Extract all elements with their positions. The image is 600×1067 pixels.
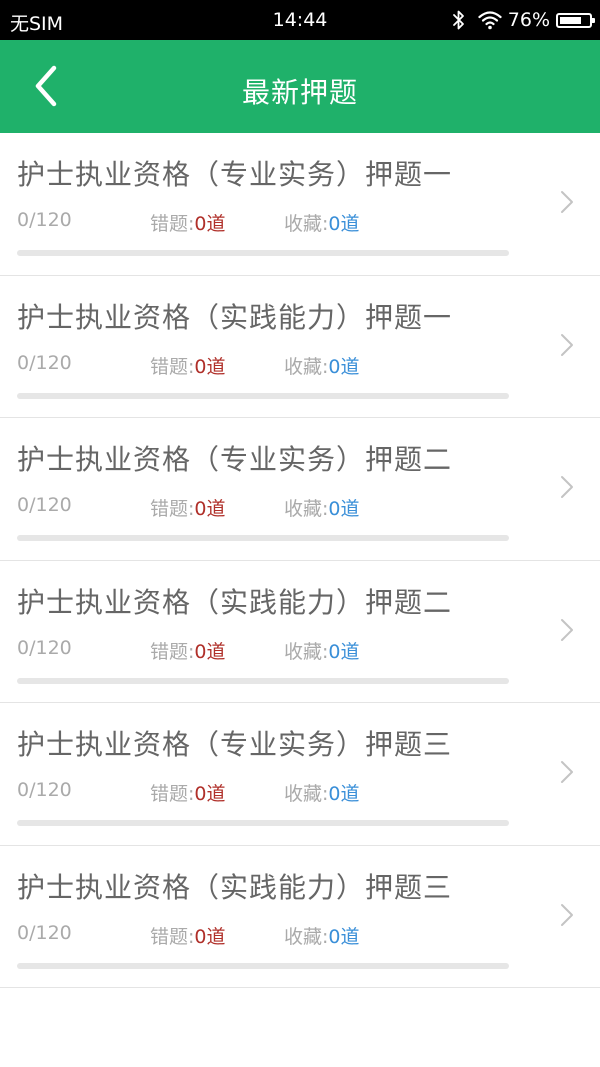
wrong-count: 错题:0道 — [150, 922, 226, 949]
chevron-right-icon — [561, 618, 573, 641]
wrong-label: 错题: — [150, 925, 195, 948]
item-title: 护士执业资格（实践能力）押题二 — [17, 585, 453, 619]
wrong-value: 0道 — [194, 498, 226, 520]
wrong-label: 错题: — [150, 213, 195, 235]
wrong-label: 错题: — [150, 498, 195, 520]
progress-bar — [17, 962, 509, 969]
exam-list: 护士执业资格（专业实务）押题一 0/120 错题:0道 收藏:0道 护士执业资格（实践能… — [0, 133, 600, 988]
battery-level-fill — [560, 16, 582, 24]
status-bar: 无SIM 14:44 76% — [0, 0, 600, 40]
wrong-value: 0道 — [194, 925, 226, 948]
wrong-value: 0道 — [194, 640, 226, 663]
wrong-value: 0道 — [194, 355, 226, 378]
list-item[interactable]: 护士执业资格（专业实务）押题一 0/120 错题:0道 收藏:0道 — [0, 133, 600, 276]
favorite-label: 收藏: — [284, 640, 329, 663]
progress-bar — [17, 820, 509, 826]
list-item[interactable]: 护士执业资格（实践能力）押题二 0/120 错题:0道 收藏:0道 — [0, 561, 600, 703]
item-title: 护士执业资格（专业实务）押题三 — [17, 728, 453, 761]
favorite-count: 收藏:0道 — [284, 779, 360, 806]
chevron-right-icon — [561, 191, 573, 213]
chevron-right-icon — [561, 761, 573, 783]
progress-count: 0/120 — [17, 351, 72, 374]
progress-count: 0/120 — [17, 636, 72, 659]
progress-count: 0/120 — [17, 779, 72, 801]
item-title: 护士执业资格（专业实务）押题一 — [17, 158, 453, 191]
list-item[interactable]: 护士执业资格（专业实务）押题二 0/120 错题:0道 收藏:0道 — [0, 418, 600, 561]
chevron-right-icon — [561, 476, 573, 498]
page-title: 最新押题 — [241, 76, 358, 109]
list-item[interactable]: 护士执业资格（专业实务）押题三 0/120 错题:0道 收藏:0道 — [0, 703, 600, 846]
wrong-label: 错题: — [150, 640, 195, 663]
battery-tip — [592, 17, 595, 23]
favorite-value: 0道 — [328, 213, 360, 235]
favorite-count: 收藏:0道 — [284, 922, 360, 949]
progress-bar — [17, 677, 509, 684]
wrong-label: 错题: — [150, 355, 195, 378]
chevron-right-icon — [561, 903, 573, 926]
wifi-icon — [478, 11, 502, 30]
favorite-value: 0道 — [328, 498, 360, 520]
favorite-label: 收藏: — [284, 213, 329, 235]
progress-count: 0/120 — [17, 921, 72, 944]
progress-bar — [17, 250, 509, 256]
wrong-value: 0道 — [194, 783, 226, 805]
wrong-value: 0道 — [194, 213, 226, 235]
favorite-label: 收藏: — [284, 355, 329, 378]
app-header: 最新押题 — [0, 40, 600, 133]
wrong-label: 错题: — [150, 783, 195, 805]
favorite-label: 收藏: — [284, 925, 329, 948]
favorite-count: 收藏:0道 — [284, 209, 360, 236]
wrong-count: 错题:0道 — [150, 779, 226, 806]
progress-bar — [17, 392, 509, 399]
progress-count: 0/120 — [17, 494, 72, 516]
battery-icon — [556, 12, 595, 28]
chevron-right-icon — [561, 333, 573, 356]
progress-count: 0/120 — [17, 209, 72, 231]
item-title: 护士执业资格（专业实务）押题二 — [17, 443, 453, 476]
bluetooth-icon — [452, 10, 464, 30]
favorite-value: 0道 — [328, 355, 360, 378]
wrong-count: 错题:0道 — [150, 494, 226, 521]
favorite-count: 收藏:0道 — [284, 637, 360, 664]
favorite-value: 0道 — [328, 925, 360, 948]
wrong-count: 错题:0道 — [150, 352, 226, 379]
wrong-count: 错题:0道 — [150, 637, 226, 664]
list-item[interactable]: 护士执业资格（实践能力）押题一 0/120 错题:0道 收藏:0道 — [0, 276, 600, 418]
favorite-value: 0道 — [328, 640, 360, 663]
item-title: 护士执业资格（实践能力）押题一 — [17, 300, 453, 334]
wrong-count: 错题:0道 — [150, 209, 226, 236]
status-icons: 76% — [452, 8, 595, 32]
favorite-label: 收藏: — [284, 783, 329, 805]
list-item[interactable]: 护士执业资格（实践能力）押题三 0/120 错题:0道 收藏:0道 — [0, 846, 600, 988]
favorite-count: 收藏:0道 — [284, 352, 360, 379]
favorite-label: 收藏: — [284, 498, 329, 520]
favorite-value: 0道 — [328, 783, 360, 805]
battery-percent: 76% — [507, 9, 550, 31]
progress-bar — [17, 535, 509, 541]
item-title: 护士执业资格（实践能力）押题三 — [17, 870, 453, 904]
favorite-count: 收藏:0道 — [284, 494, 360, 521]
